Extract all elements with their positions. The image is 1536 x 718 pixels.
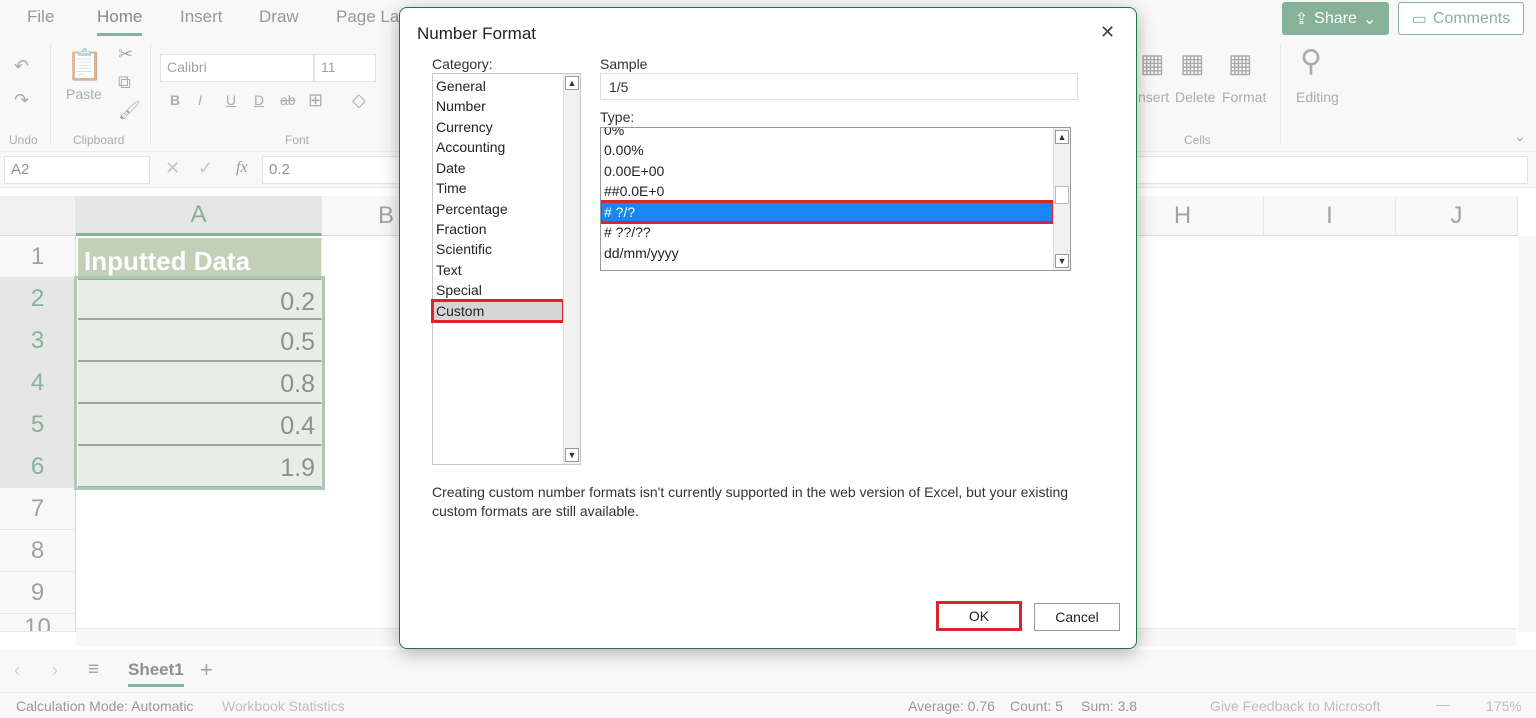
category-number[interactable]: Number <box>436 96 486 116</box>
scroll-thumb[interactable] <box>1055 186 1069 204</box>
category-label: Category: <box>432 56 493 72</box>
type-item[interactable]: 0% <box>604 128 624 140</box>
number-format-dialog: Number Format ✕ Category: General Number… <box>399 7 1137 649</box>
type-list[interactable]: 0% 0.00% 0.00E+00 ##0.0E+0 # ?/? # ??/??… <box>600 127 1071 271</box>
category-accounting[interactable]: Accounting <box>436 137 505 157</box>
category-fraction[interactable]: Fraction <box>436 219 487 239</box>
dialog-title: Number Format <box>417 24 537 43</box>
ok-button[interactable]: OK <box>936 601 1022 631</box>
category-general[interactable]: General <box>436 76 486 96</box>
category-time[interactable]: Time <box>436 178 467 198</box>
custom-format-note: Creating custom number formats isn't cur… <box>432 484 1069 519</box>
category-scientific[interactable]: Scientific <box>436 239 492 259</box>
type-item-selected[interactable]: # ?/? <box>601 200 1055 224</box>
category-list[interactable]: General Number Currency Accounting Date … <box>431 73 581 465</box>
category-text[interactable]: Text <box>436 260 462 280</box>
type-item[interactable]: 0.00E+00 <box>604 161 664 181</box>
close-icon[interactable]: ✕ <box>1100 22 1115 43</box>
category-percentage[interactable]: Percentage <box>436 199 508 219</box>
type-item[interactable]: # ??/?? <box>604 222 651 242</box>
type-label: Type: <box>600 109 635 125</box>
category-special[interactable]: Special <box>436 280 482 300</box>
scroll-up-icon[interactable]: ▲ <box>1055 130 1069 144</box>
sample-preview: 1/5 <box>600 73 1078 100</box>
cancel-button[interactable]: Cancel <box>1034 603 1120 631</box>
scroll-down-icon[interactable]: ▼ <box>1055 254 1069 268</box>
type-item[interactable]: ##0.0E+0 <box>604 181 664 201</box>
category-custom[interactable]: Custom <box>431 299 565 323</box>
category-date[interactable]: Date <box>436 158 466 178</box>
scroll-down-icon[interactable]: ▼ <box>565 448 579 462</box>
type-item[interactable]: 0.00% <box>604 140 644 160</box>
type-scrollbar[interactable]: ▲ ▼ <box>1053 128 1070 270</box>
category-currency[interactable]: Currency <box>436 117 493 137</box>
sample-label: Sample <box>600 56 648 72</box>
scroll-up-icon[interactable]: ▲ <box>565 76 579 90</box>
type-item[interactable]: dd/mm/yyyy <box>604 243 679 263</box>
category-scrollbar[interactable]: ▲ ▼ <box>563 74 580 464</box>
